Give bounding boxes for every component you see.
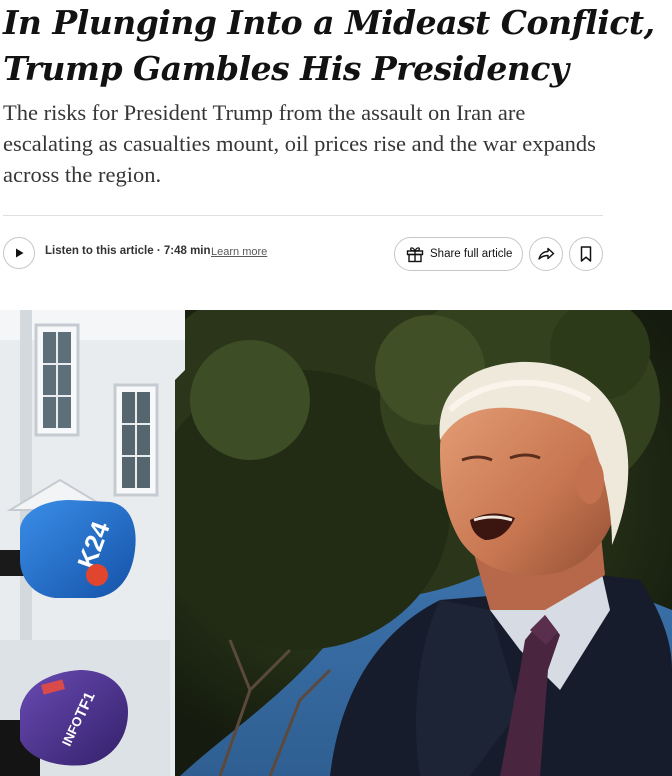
share-full-article-label: Share full article: [430, 248, 513, 260]
share-button[interactable]: [529, 237, 563, 271]
share-full-article-button[interactable]: Share full article: [394, 237, 523, 271]
gift-icon: [406, 247, 424, 263]
forward-share-icon: [538, 247, 555, 260]
play-audio-button[interactable]: [3, 237, 35, 269]
bookmark-icon: [580, 246, 592, 262]
article-lead-photo: K24 TF1 INFO: [0, 310, 672, 776]
article-summary: The risks for President Trump from the a…: [3, 100, 596, 187]
header-divider: [3, 215, 603, 216]
listen-to-article-label: Listen to this article · 7:48 min: [45, 245, 211, 257]
learn-more-link[interactable]: Learn more: [211, 246, 267, 258]
save-bookmark-button[interactable]: [569, 237, 603, 271]
article-headline: In Plunging Into a Mideast Conflict, Tru…: [3, 3, 655, 88]
play-icon: [16, 248, 24, 258]
